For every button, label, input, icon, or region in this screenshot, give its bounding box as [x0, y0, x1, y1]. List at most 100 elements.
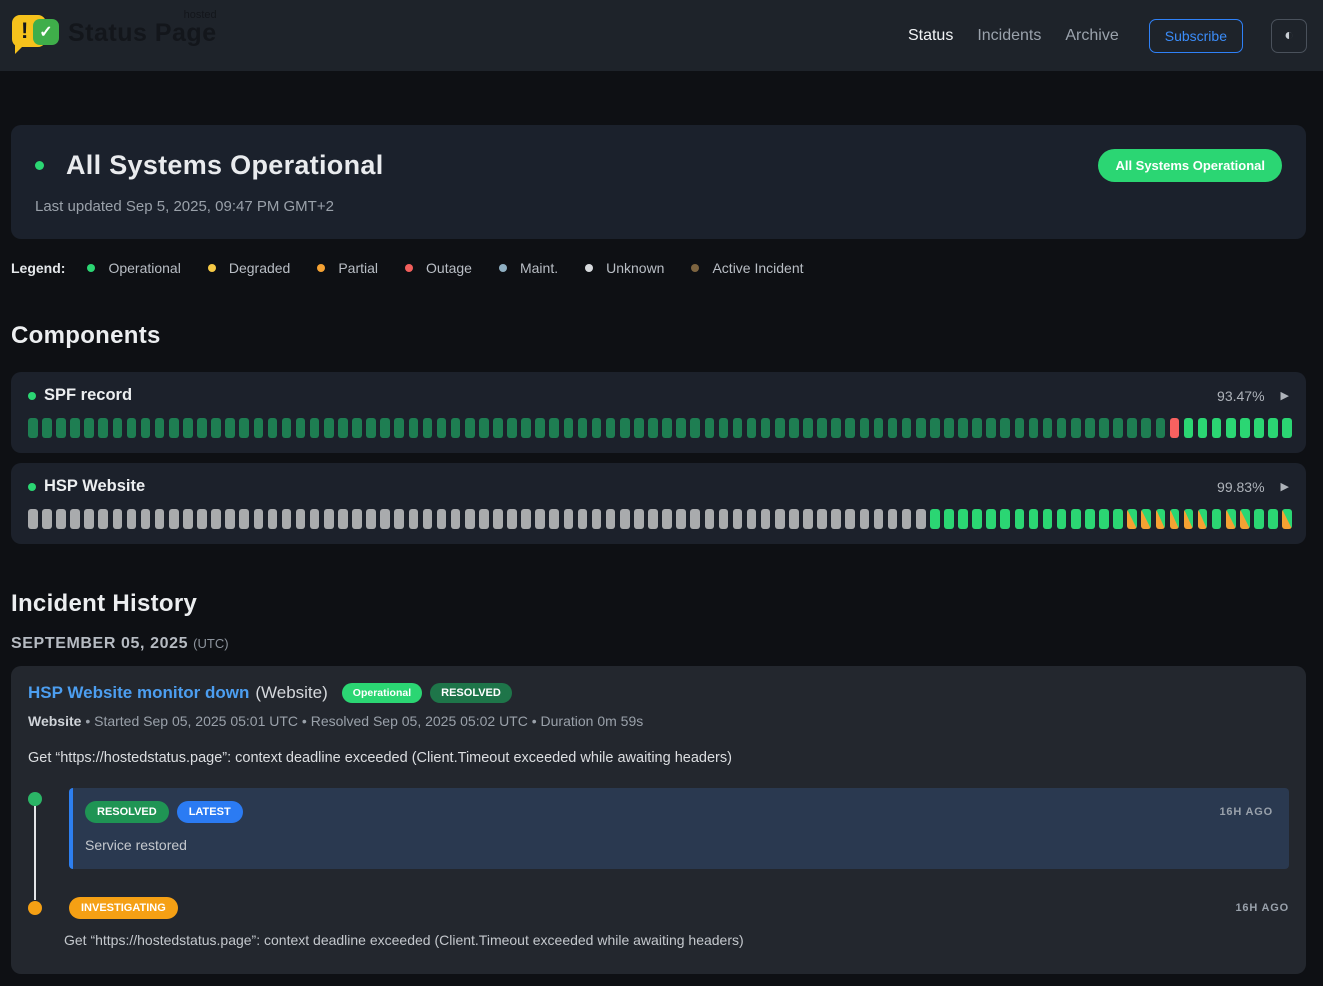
- theme-toggle-button[interactable]: ◐: [1271, 19, 1307, 53]
- uptime-bar-op_dim: [719, 418, 729, 438]
- nav-status[interactable]: Status: [908, 27, 953, 45]
- uptime-bar-unknown: [845, 509, 855, 529]
- uptime-bar-op: [1029, 509, 1039, 529]
- uptime-bar-op_dim: [1057, 418, 1067, 438]
- uptime-bar-op_dim: [592, 418, 602, 438]
- nav-incidents[interactable]: Incidents: [977, 27, 1041, 45]
- uptime-bar-unknown: [183, 509, 193, 529]
- uptime-bar-op_dim: [127, 418, 137, 438]
- uptime-bar-op_dim: [1071, 418, 1081, 438]
- uptime-bar-op_dim: [183, 418, 193, 438]
- legend-item-outage: Outage: [405, 260, 472, 276]
- uptime-bar-unknown: [690, 509, 700, 529]
- incident-title-component: (Website): [255, 683, 327, 703]
- uptime-bar-op_dim: [28, 418, 38, 438]
- uptime-bar-unknown: [352, 509, 362, 529]
- uptime-bar-unknown: [380, 509, 390, 529]
- uptime-bar-unknown: [564, 509, 574, 529]
- uptime-bar-op_dim: [535, 418, 545, 438]
- incident-meta-details: • Started Sep 05, 2025 05:01 UTC • Resol…: [81, 713, 643, 729]
- uptime-bar-unknown: [98, 509, 108, 529]
- uptime-bar-unknown: [451, 509, 461, 529]
- maintenance-dot-icon: [499, 264, 507, 272]
- incident-date-heading: SEPTEMBER 05, 2025 (UTC): [11, 635, 1306, 653]
- timeline-message: Get “https://hostedstatus.page”: context…: [64, 932, 1289, 948]
- uptime-bar-op: [1184, 418, 1194, 438]
- uptime-bar-partial_mix: [1141, 509, 1151, 529]
- uptime-bar-unknown: [493, 509, 503, 529]
- uptime-bar-unknown: [874, 509, 884, 529]
- uptime-bar-op_dim: [775, 418, 785, 438]
- uptime-bar-unknown: [479, 509, 489, 529]
- timeline-node-investigating-icon: [28, 901, 42, 915]
- legend-item-partial: Partial: [317, 260, 378, 276]
- expand-triangle-icon[interactable]: ▶: [1281, 480, 1289, 493]
- legend-item-label: Active Incident: [712, 260, 803, 276]
- uptime-bar-op_dim: [606, 418, 616, 438]
- uptime-bar-op_dim: [493, 418, 503, 438]
- uptime-bar-op_dim: [268, 418, 278, 438]
- incident-description: Get “https://hostedstatus.page”: context…: [28, 750, 1289, 766]
- uptime-bar-op_dim: [888, 418, 898, 438]
- uptime-bar-unknown: [197, 509, 207, 529]
- timeline-message: Service restored: [85, 837, 1273, 853]
- uptime-bar-op_dim: [479, 418, 489, 438]
- uptime-bar-unknown: [831, 509, 841, 529]
- uptime-bar-unknown: [521, 509, 531, 529]
- incident-component-status-badge: Operational: [342, 683, 422, 703]
- legend-item-label: Unknown: [606, 260, 664, 276]
- uptime-bar-unknown: [860, 509, 870, 529]
- uptime-bar-op: [1254, 509, 1264, 529]
- uptime-bar-unknown: [239, 509, 249, 529]
- uptime-bar-op_dim: [1127, 418, 1137, 438]
- uptime-bar-unknown: [437, 509, 447, 529]
- uptime-bar-op_dim: [310, 418, 320, 438]
- operational-dot-icon: [87, 264, 95, 272]
- uptime-bar-unknown: [56, 509, 66, 529]
- uptime-bar-unknown: [775, 509, 785, 529]
- uptime-bar-op: [958, 509, 968, 529]
- legend-item-operational: Operational: [87, 260, 180, 276]
- uptime-bar-op: [1282, 418, 1292, 438]
- subscribe-button[interactable]: Subscribe: [1149, 19, 1243, 53]
- component-name: SPF record: [44, 386, 132, 405]
- uptime-bar-unknown: [155, 509, 165, 529]
- uptime-bar-op_dim: [578, 418, 588, 438]
- uptime-bars: [28, 418, 1289, 438]
- resolved-badge: RESOLVED: [85, 801, 169, 823]
- legend-item-label: Outage: [426, 260, 472, 276]
- uptime-bar-op_dim: [1141, 418, 1151, 438]
- expand-triangle-icon[interactable]: ▶: [1281, 389, 1289, 402]
- overall-status-title: All Systems Operational: [66, 150, 384, 181]
- outage-dot-icon: [405, 264, 413, 272]
- legend-item-unknown: Unknown: [585, 260, 664, 276]
- uptime-bar-op_dim: [733, 418, 743, 438]
- uptime-bar-unknown: [620, 509, 630, 529]
- active-incident-dot-icon: [691, 264, 699, 272]
- brand-logo[interactable]: ! ✓ Status Page hosted: [12, 13, 217, 59]
- uptime-bar-partial_mix: [1240, 509, 1250, 529]
- component-uptime-percent: 93.47%: [1217, 388, 1264, 404]
- incident-history-heading: Incident History: [11, 590, 1306, 618]
- uptime-bar-op_dim: [338, 418, 348, 438]
- uptime-bar-unknown: [549, 509, 559, 529]
- uptime-bar-unknown: [423, 509, 433, 529]
- uptime-bar-unknown: [535, 509, 545, 529]
- legend-item-active-incident: Active Incident: [691, 260, 803, 276]
- exclamation-icon: !: [21, 18, 28, 44]
- uptime-bar-op_dim: [634, 418, 644, 438]
- legend-item-label: Maint.: [520, 260, 558, 276]
- uptime-bar-unknown: [803, 509, 813, 529]
- uptime-bar-op: [1268, 509, 1278, 529]
- uptime-bar-op: [1113, 509, 1123, 529]
- top-header: ! ✓ Status Page hosted Status Incidents …: [0, 0, 1323, 71]
- uptime-bar-op_dim: [225, 418, 235, 438]
- nav-archive[interactable]: Archive: [1065, 27, 1118, 45]
- uptime-bar-unknown: [916, 509, 926, 529]
- uptime-bar-op: [1198, 418, 1208, 438]
- uptime-bar-op: [1212, 509, 1222, 529]
- uptime-bar-unknown: [141, 509, 151, 529]
- status-legend: Legend: Operational Degraded Partial Out…: [11, 260, 1306, 276]
- incident-title-link[interactable]: HSP Website monitor down: [28, 683, 249, 703]
- legend-item-label: Degraded: [229, 260, 291, 276]
